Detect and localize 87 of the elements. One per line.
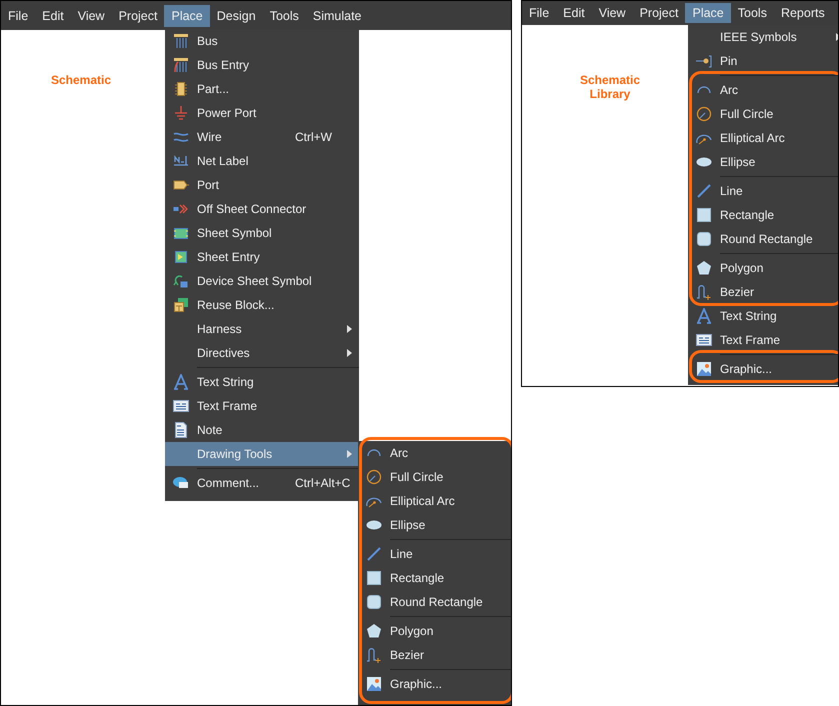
menu-item[interactable]: Elliptical Arc [358, 489, 511, 513]
rectangle-icon [696, 207, 712, 223]
menu-item[interactable]: Part... [165, 77, 359, 101]
ground-icon [173, 105, 189, 121]
menu-bar-item[interactable]: Place [164, 4, 210, 26]
menu-bar-item[interactable]: Edit [35, 4, 71, 26]
menu-item[interactable]: Rectangle [688, 203, 838, 227]
sheet-entry-icon [173, 249, 189, 265]
menu-item[interactable]: IEEE Symbols [688, 25, 838, 49]
canvas-label: Schematic Library [578, 73, 642, 101]
submenu-arrow-icon [347, 349, 352, 357]
circle-icon [696, 106, 712, 122]
arc-icon [697, 86, 711, 94]
menu-item[interactable]: Device Sheet Symbol [165, 269, 359, 293]
note-icon [173, 422, 189, 438]
comment-icon [173, 475, 189, 491]
submenu-arrow-icon [347, 325, 352, 333]
pentagon-icon [696, 260, 712, 276]
bus-entry-icon [173, 57, 189, 73]
line-icon [366, 546, 382, 562]
menu-item[interactable]: Round Rectangle [358, 590, 511, 614]
menu-item[interactable]: Text String [688, 304, 838, 328]
menu-bar-item[interactable]: Reports [774, 3, 832, 23]
menu-item[interactable]: Text Frame [688, 328, 838, 352]
menu-item[interactable]: Off Sheet Connector [165, 197, 359, 221]
menu-item[interactable]: Round Rectangle [688, 227, 838, 251]
arc-icon [367, 449, 381, 457]
menu-bar-item[interactable]: Project [632, 3, 686, 23]
menu-bar-item[interactable]: File [522, 3, 556, 23]
menu-item[interactable]: Wire Ctrl+W [165, 125, 359, 149]
menu-bar-item[interactable]: Project [112, 4, 164, 26]
menu-item[interactable]: Pin [688, 49, 838, 73]
sheet-symbol-icon [173, 225, 189, 241]
menu-bar-item[interactable]: Place [685, 3, 731, 23]
text-frame-icon [173, 398, 189, 414]
menu-item[interactable]: Power Port [165, 101, 359, 125]
bus-icon [173, 33, 189, 49]
curve-icon [366, 647, 382, 663]
menu-item[interactable]: Harness [165, 317, 359, 341]
text-frame-icon [696, 332, 712, 348]
menu-item[interactable]: Sheet Entry [165, 245, 359, 269]
menu-item[interactable]: Bus [165, 29, 359, 53]
device-sheet-icon [173, 273, 189, 289]
menu-item[interactable]: Full Circle [688, 102, 838, 126]
rounded-rectangle-icon [366, 594, 382, 610]
menu-bar-item[interactable]: Tools [262, 4, 306, 26]
menu-item[interactable]: Rectangle [358, 566, 511, 590]
menu-item[interactable]: Sheet Symbol [165, 221, 359, 245]
canvas-label: Schematic [51, 73, 112, 87]
menu-item[interactable]: Full Circle [358, 465, 511, 489]
pentagon-icon [366, 623, 382, 639]
menu-bar-item[interactable]: File [1, 4, 36, 26]
menu-item[interactable]: Note [165, 418, 359, 442]
menu-item[interactable]: Text Frame [165, 394, 359, 418]
menu-bar-item[interactable]: Tools [730, 3, 774, 23]
menu-item[interactable]: Bezier [688, 280, 838, 304]
image-icon [696, 361, 712, 377]
text-icon [696, 308, 712, 324]
menu-item[interactable]: Drawing Tools [165, 442, 359, 466]
menu-bar-item[interactable]: View [70, 4, 112, 26]
menu-item[interactable]: Bus Entry [165, 53, 359, 77]
menu-item[interactable]: Ellipse [358, 513, 511, 537]
menu-bar-item[interactable]: Design [210, 4, 263, 26]
line-icon [696, 183, 712, 199]
rectangle-icon [366, 570, 382, 586]
chip-icon [173, 81, 189, 97]
image-icon [366, 676, 382, 692]
menu-item[interactable]: Ellipse [688, 150, 838, 174]
circle-icon [366, 469, 382, 485]
rounded-rectangle-icon [696, 231, 712, 247]
menu-item[interactable]: Reuse Block... [165, 293, 359, 317]
menu-bar-item[interactable]: Edit [556, 3, 592, 23]
menu-item[interactable]: Port [165, 173, 359, 197]
menu-item[interactable]: Net Label [165, 149, 359, 173]
text-icon [173, 374, 189, 390]
shortcut-label: Ctrl+W [295, 130, 332, 144]
reuse-block-icon [173, 297, 189, 313]
pin-icon [696, 53, 712, 69]
menu-item[interactable]: Bezier [358, 643, 511, 667]
submenu-arrow-icon [347, 450, 352, 458]
curve-icon [696, 284, 712, 300]
menu-item[interactable]: Directives [165, 341, 359, 365]
shortcut-label: Ctrl+Alt+C [295, 476, 350, 490]
menu-bar-item[interactable]: View [592, 3, 633, 23]
menu-item[interactable]: Arc [358, 441, 511, 465]
menu-bar-item[interactable]: Simulate [306, 4, 369, 26]
menu-item[interactable]: Elliptical Arc [688, 126, 838, 150]
